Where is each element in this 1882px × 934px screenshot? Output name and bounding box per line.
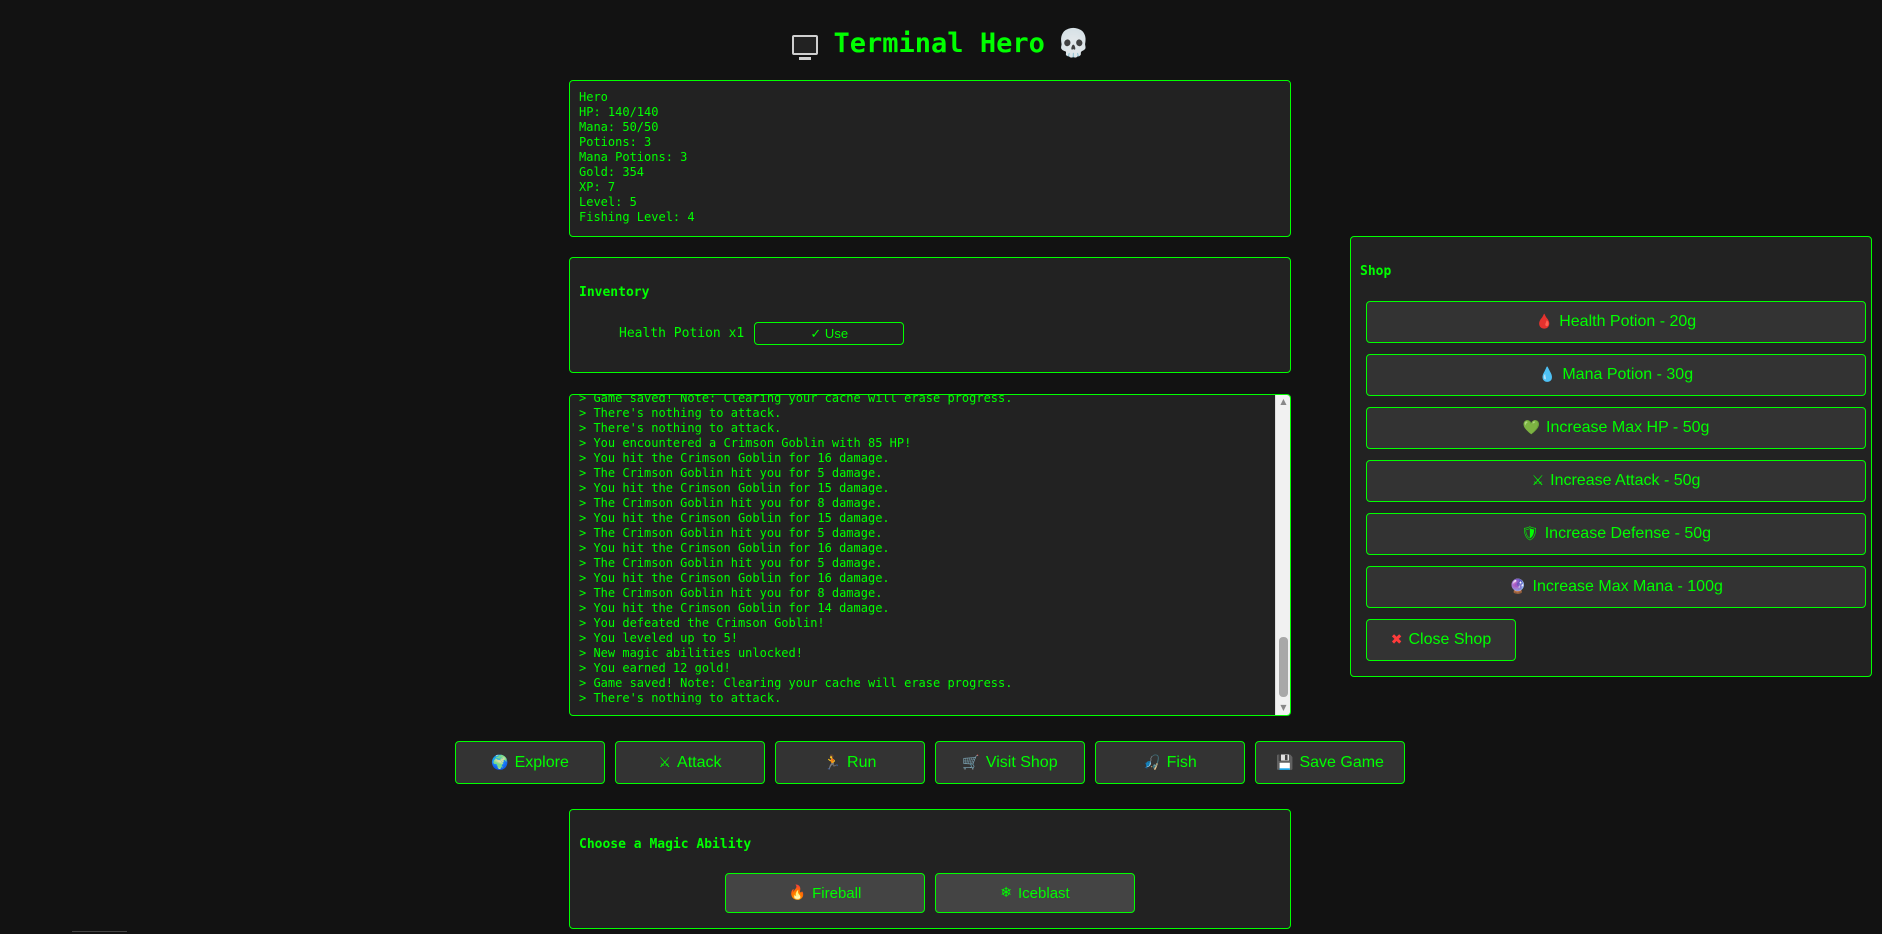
magic-abilities: 🔥 Fireball ❄ Iceblast (725, 873, 1135, 913)
green-heart-icon: 💚 (1522, 420, 1541, 436)
crossed-swords-icon: ⚔ (1531, 473, 1545, 489)
level-stat: Level: 5 (579, 195, 637, 209)
log-line: > The Crimson Goblin hit you for 8 damag… (579, 586, 883, 600)
fireball-label: Fireball (812, 884, 862, 902)
log-line: > There's nothing to attack. (579, 421, 782, 435)
use-item-button[interactable]: ✓ Use (754, 322, 905, 345)
fire-icon: 🔥 (788, 885, 807, 901)
blood-drop-icon: 🩸 (1535, 314, 1554, 330)
page-edge-divider (72, 931, 127, 932)
log-line: > You leveled up to 5! (579, 631, 738, 645)
iceblast-label: Iceblast (1018, 884, 1070, 902)
inventory-item: Health Potion x1 ✓ Use (619, 322, 905, 345)
buy-health-potion-button[interactable]: 🩸 Health Potion - 20g (1366, 301, 1866, 343)
stats-panel: Hero HP: 140/140 Mana: 50/50 Potions: 3 … (569, 80, 1291, 237)
log-line: > The Crimson Goblin hit you for 5 damag… (579, 556, 883, 570)
log-line: > You earned 12 gold! (579, 661, 731, 675)
message-log[interactable]: > Game saved! Note: Clearing your cache … (569, 394, 1291, 716)
attack-button[interactable]: ⚔ Attack (615, 741, 765, 784)
skull-icon: 💀 (1056, 28, 1091, 59)
close-shop-label: Close Shop (1408, 631, 1492, 648)
scroll-up-arrow-icon[interactable]: ▲ (1276, 395, 1290, 409)
shield-icon: 🛡 (1520, 526, 1539, 542)
mana-potions-stat: Mana Potions: 3 (579, 150, 688, 164)
potions-stat: Potions: 3 (579, 135, 652, 149)
close-icon: ✖ (1390, 632, 1403, 648)
runner-icon: 🏃 (823, 754, 842, 771)
fish-button[interactable]: 🎣 Fish (1095, 741, 1245, 784)
log-line: > You encountered a Crimson Goblin with … (579, 436, 912, 450)
save-game-label: Save Game (1299, 753, 1384, 771)
close-shop-button[interactable]: ✖ Close Shop (1366, 619, 1516, 661)
log-line: > You hit the Crimson Goblin for 16 dama… (579, 541, 890, 555)
fish-label: Fish (1166, 753, 1197, 771)
increase-max-hp-button[interactable]: 💚 Increase Max HP - 50g (1366, 407, 1866, 449)
shop-heading: Shop (1360, 264, 1392, 279)
log-line: > New magic abilities unlocked! (579, 646, 803, 660)
gold-stat: Gold: 354 (579, 165, 645, 179)
inventory-panel: Inventory Health Potion x1 ✓ Use (569, 257, 1291, 373)
fireball-button[interactable]: 🔥 Fireball (725, 873, 925, 913)
magic-heading: Choose a Magic Ability (579, 837, 752, 852)
log-line: > You hit the Crimson Goblin for 16 dama… (579, 451, 890, 465)
log-line: > There's nothing to attack. (579, 406, 782, 420)
game-title-text: Terminal Hero (833, 28, 1045, 59)
fishing-pole-icon: 🎣 (1143, 754, 1161, 771)
shop-item-label: Health Potion - 20g (1559, 313, 1697, 330)
crossed-swords-icon: ⚔ (658, 754, 672, 771)
shop-item-label: Increase Defense - 50g (1544, 525, 1712, 542)
log-line: > You defeated the Crimson Goblin! (579, 616, 825, 630)
explore-button[interactable]: 🌍 Explore (455, 741, 605, 784)
action-bar: 🌍 Explore ⚔ Attack 🏃 Run 🛒 Visit Shop 🎣 … (455, 741, 1405, 784)
globe-icon: 🌍 (491, 754, 509, 771)
scroll-thumb[interactable] (1279, 637, 1288, 697)
mana-stat: Mana: 50/50 (579, 120, 659, 134)
inventory-heading: Inventory (579, 285, 650, 300)
crystal-ball-icon: 🔮 (1509, 579, 1527, 595)
attack-label: Attack (677, 753, 722, 771)
run-button[interactable]: 🏃 Run (775, 741, 925, 784)
magic-panel: Choose a Magic Ability 🔥 Fireball ❄ Iceb… (569, 809, 1291, 929)
increase-max-mana-button[interactable]: 🔮 Increase Max Mana - 100g (1366, 566, 1866, 608)
hp-stat: HP: 140/140 (579, 105, 659, 119)
log-line: > Game saved! Note: Clearing your cache … (579, 676, 1013, 690)
log-line: > You hit the Crimson Goblin for 15 dama… (579, 511, 890, 525)
buy-mana-potion-button[interactable]: 💧 Mana Potion - 30g (1366, 354, 1866, 396)
log-line: > There's nothing to attack. (579, 691, 782, 705)
log-scrollbar[interactable]: ▲ ▼ (1275, 395, 1290, 715)
xp-stat: XP: 7 (579, 180, 616, 194)
floppy-disk-icon: 💾 (1276, 754, 1294, 771)
fishing-level-stat: Fishing Level: 4 (579, 210, 695, 224)
shop-item-label: Increase Attack - 50g (1550, 472, 1701, 489)
log-line: > The Crimson Goblin hit you for 5 damag… (579, 526, 883, 540)
log-line: > The Crimson Goblin hit you for 5 damag… (579, 466, 883, 480)
log-line: > You hit the Crimson Goblin for 16 dama… (579, 571, 890, 585)
shop-item-label: Increase Max Mana - 100g (1532, 578, 1723, 595)
log-lines: > Game saved! Note: Clearing your cache … (579, 394, 1274, 706)
run-label: Run (847, 753, 877, 771)
hero-name: Hero (579, 90, 608, 104)
log-line: > Game saved! Note: Clearing your cache … (579, 394, 1013, 405)
iceblast-button[interactable]: ❄ Iceblast (935, 873, 1135, 913)
inventory-item-label: Health Potion x1 (619, 326, 745, 341)
increase-attack-button[interactable]: ⚔ Increase Attack - 50g (1366, 460, 1866, 502)
visit-shop-label: Visit Shop (985, 753, 1058, 771)
increase-defense-button[interactable]: 🛡 Increase Defense - 50g (1366, 513, 1866, 555)
game-title: Terminal Hero 💀 (0, 26, 1882, 62)
scroll-down-arrow-icon[interactable]: ▼ (1276, 701, 1290, 715)
shop-items: 🩸 Health Potion - 20g 💧 Mana Potion - 30… (1366, 301, 1866, 661)
snowflake-icon: ❄ (1000, 885, 1013, 901)
shop-item-label: Mana Potion - 30g (1562, 366, 1694, 383)
log-line: > The Crimson Goblin hit you for 8 damag… (579, 496, 883, 510)
cart-icon: 🛒 (962, 754, 980, 771)
water-drop-icon: 💧 (1538, 367, 1557, 383)
explore-label: Explore (514, 753, 569, 771)
visit-shop-button[interactable]: 🛒 Visit Shop (935, 741, 1085, 784)
log-line: > You hit the Crimson Goblin for 14 dama… (579, 601, 890, 615)
shop-item-label: Increase Max HP - 50g (1546, 419, 1710, 436)
log-line: > You hit the Crimson Goblin for 15 dama… (579, 481, 890, 495)
shop-panel: Shop 🩸 Health Potion - 20g 💧 Mana Potion… (1350, 236, 1872, 677)
save-game-button[interactable]: 💾 Save Game (1255, 741, 1405, 784)
monitor-icon (791, 34, 818, 60)
